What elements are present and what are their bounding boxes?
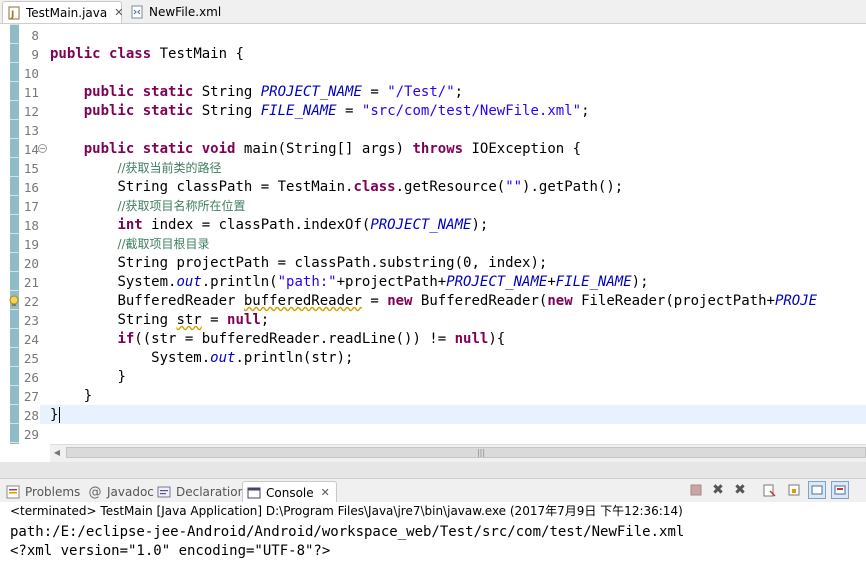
- code-line-17: //获取项目名称所在位置: [117, 199, 246, 213]
- text-caret: [59, 407, 60, 423]
- tab-declaration[interactable]: Declaration: [157, 483, 245, 501]
- code-line-15: //获取当前类的路径: [117, 161, 222, 175]
- code-line-12: public static String FILE_NAME = "src/co…: [83, 103, 590, 119]
- code-line-16: String classPath = TestMain.class.getRes…: [117, 179, 624, 195]
- line-number: 27: [23, 389, 39, 404]
- tab-problems[interactable]: Problems: [6, 483, 80, 501]
- grip-icon: |||: [476, 448, 486, 457]
- tab-testmain-java[interactable]: J TestMain.java ✕: [2, 1, 123, 23]
- code-line-9: public class TestMain {: [50, 46, 244, 62]
- line-number: 19: [23, 237, 39, 252]
- current-line-highlight: [40, 405, 866, 424]
- collapse-icon[interactable]: −: [38, 144, 47, 153]
- code-line-19: //截取项目根目录: [117, 237, 210, 251]
- close-icon[interactable]: ✕: [114, 6, 123, 19]
- warning-lightbulb-icon[interactable]: [8, 295, 20, 307]
- scroll-left-icon[interactable]: ◀: [52, 447, 62, 458]
- terminate-icon[interactable]: [687, 481, 705, 499]
- line-number: 21: [23, 275, 39, 290]
- console-output-line: <?xml version="1.0" encoding="UTF-8"?>: [10, 543, 331, 559]
- xml-file-icon: [130, 5, 144, 19]
- line-number: 9: [31, 47, 39, 62]
- line-number: 13: [23, 123, 39, 138]
- line-number: 14: [23, 142, 39, 157]
- line-number: 24: [23, 332, 39, 347]
- code-line-28: }: [50, 407, 59, 423]
- line-number: 29: [23, 427, 39, 442]
- line-number: 11: [23, 85, 39, 100]
- code-line-22: BufferedReader bufferedReader = new Buff…: [117, 293, 818, 309]
- display-selected-console-icon[interactable]: [831, 481, 849, 499]
- editor-tab-bar: J TestMain.java ✕ NewFile.xml: [0, 0, 866, 24]
- remove-all-terminated-icon[interactable]: ✖: [731, 481, 749, 499]
- console-output-line: path:/E:/eclipse-jee-Android/Android/wor…: [10, 524, 685, 540]
- close-icon[interactable]: ✕: [321, 486, 330, 499]
- scrollbar-thumb[interactable]: [66, 447, 866, 458]
- tab-label: TestMain.java: [26, 5, 108, 20]
- line-number: 15: [23, 161, 39, 176]
- javadoc-icon: @: [88, 484, 102, 500]
- tab-javadoc[interactable]: @ Javadoc: [88, 483, 154, 501]
- code-line-25: System.out.println(str);: [151, 350, 354, 366]
- tab-label: NewFile.xml: [149, 5, 222, 19]
- clear-console-icon[interactable]: [760, 481, 778, 499]
- line-number: 16: [23, 180, 39, 195]
- line-number: 17: [23, 199, 39, 214]
- remove-launch-icon[interactable]: ✖: [709, 481, 727, 499]
- code-line-23: String str = null;: [117, 312, 270, 328]
- line-number: 18: [23, 218, 39, 233]
- problems-icon: [6, 485, 20, 499]
- declaration-icon: [157, 485, 171, 499]
- line-number: 28: [23, 408, 39, 423]
- pin-console-icon[interactable]: [808, 481, 826, 499]
- console-icon: [247, 486, 261, 500]
- tab-newfile-xml[interactable]: NewFile.xml: [126, 1, 226, 23]
- java-file-icon: J: [7, 6, 21, 20]
- line-number: 23: [23, 313, 39, 328]
- code-line-24: if((str = bufferedReader.readLine()) != …: [117, 331, 506, 347]
- code-line-26: }: [117, 369, 126, 385]
- code-line-14: public static void main(String[] args) t…: [83, 141, 582, 157]
- tab-console[interactable]: Console ✕: [242, 481, 337, 503]
- svg-text:J: J: [10, 10, 14, 20]
- sash[interactable]: [0, 462, 866, 478]
- line-number: 25: [23, 351, 39, 366]
- code-line-27: }: [83, 388, 93, 404]
- code-line-21: System.out.println("path:"+projectPath+P…: [117, 274, 649, 290]
- line-number: 12: [23, 104, 39, 119]
- line-number: 20: [23, 256, 39, 271]
- line-number: 26: [23, 370, 39, 385]
- code-line-18: int index = classPath.indexOf(PROJECT_NA…: [117, 217, 489, 233]
- line-number: 8: [31, 28, 39, 43]
- line-number: 22: [23, 294, 39, 309]
- code-line-20: String projectPath = classPath.substring…: [117, 255, 548, 271]
- code-line-11: public static String PROJECT_NAME = "/Te…: [83, 84, 464, 100]
- line-number: 10: [23, 66, 39, 81]
- scroll-lock-icon[interactable]: [785, 481, 803, 499]
- console-launch-description: <terminated> TestMain [Java Application]…: [0, 502, 866, 520]
